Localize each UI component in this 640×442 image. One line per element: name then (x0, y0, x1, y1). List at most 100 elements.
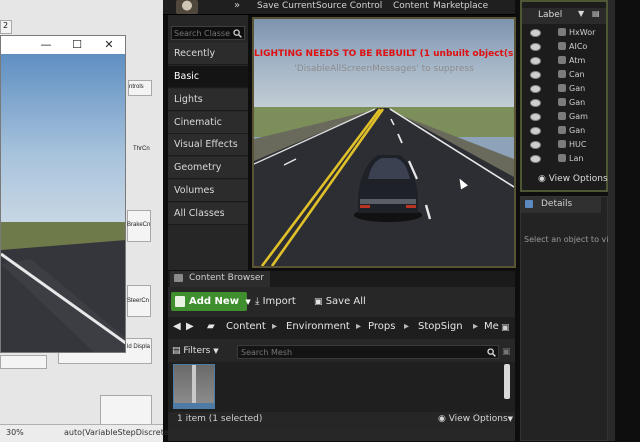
category-cinematic[interactable]: Cinematic (168, 112, 248, 134)
category-volumes[interactable]: Volumes (168, 180, 248, 202)
visibility-icon[interactable] (530, 57, 541, 65)
close-icon[interactable]: ✕ (102, 38, 116, 52)
outliner-row[interactable]: Lan (522, 153, 606, 167)
save-search-icon[interactable]: ▣ (502, 347, 511, 357)
import-button[interactable]: ⤓ Import (255, 292, 296, 311)
right-edge-scrollbar[interactable] (608, 0, 615, 441)
sort-icon[interactable]: ▼ (578, 9, 584, 18)
forward-arrow-icon[interactable]: ▶ (186, 321, 194, 332)
outliner-row[interactable]: Gan (522, 83, 606, 97)
mesh-search-input[interactable] (241, 346, 481, 358)
visibility-icon[interactable] (530, 29, 541, 37)
actor-icon (558, 42, 566, 50)
class-search-input[interactable] (174, 27, 232, 39)
host-tab[interactable]: 2 (0, 20, 12, 34)
breadcrumb-environment[interactable]: Environment (286, 321, 350, 332)
visibility-icon[interactable] (530, 71, 541, 79)
save-all-button[interactable]: ▣ Save All (314, 292, 366, 311)
add-new-button[interactable]: Add New ▼ (171, 292, 251, 311)
save-current-button[interactable]: Save Current (257, 1, 316, 11)
marketplace-button[interactable]: Marketplace (433, 1, 488, 11)
filters-button[interactable]: ▤ Filters ▼ (172, 346, 219, 356)
host-block-lower[interactable] (0, 355, 47, 369)
view-options-button[interactable]: ◉ View Options▼ (438, 414, 513, 424)
type-column-icon[interactable]: ▤ (592, 9, 600, 18)
actor-icon (558, 140, 566, 148)
outliner-view-options-button[interactable]: ◉ View Options (538, 174, 608, 184)
breadcrumb-separator-icon[interactable]: ▸ (356, 321, 361, 332)
category-geometry[interactable]: Geometry (168, 157, 248, 179)
lock-icon[interactable]: ▣ (501, 323, 510, 333)
folder-icon[interactable]: ▰ (207, 321, 215, 332)
visibility-icon[interactable] (530, 127, 541, 135)
visibility-icon[interactable] (530, 155, 541, 163)
outliner-row[interactable]: Gan (522, 97, 606, 111)
outliner-row-label: Gam (569, 112, 588, 121)
visibility-icon[interactable] (530, 99, 541, 107)
outliner-row[interactable]: HUC (522, 139, 606, 153)
search-icon[interactable] (487, 348, 496, 357)
chevron-down-icon: ▼ (507, 415, 514, 423)
content-button[interactable]: Content (393, 1, 429, 11)
details-tab-label: Details (541, 199, 573, 209)
breadcrumb-stopsign[interactable]: StopSign (418, 321, 463, 332)
breadcrumb-separator-icon[interactable]: ▸ (473, 321, 478, 332)
visibility-icon[interactable] (530, 43, 541, 51)
actor-icon (558, 154, 566, 162)
asset-scrollbar[interactable] (504, 364, 510, 399)
outliner-row[interactable]: AICo (522, 41, 606, 55)
outliner-row[interactable]: HxWor (522, 27, 606, 41)
tab-details[interactable]: Details (521, 197, 601, 213)
tab-content-browser[interactable]: Content Browser (170, 271, 270, 287)
asset-tile[interactable] (173, 364, 215, 409)
details-icon (525, 200, 533, 208)
breadcrumb-props[interactable]: Props (368, 321, 395, 332)
visibility-icon[interactable] (530, 113, 541, 121)
mesh-thumbnail-icon (174, 365, 214, 408)
visibility-icon[interactable] (530, 141, 541, 149)
category-basic[interactable]: Basic (168, 66, 248, 88)
category-visual-effects[interactable]: Visual Effects (168, 134, 248, 156)
breadcrumb-separator-icon[interactable]: ▸ (404, 321, 409, 332)
breadcrumb-mesh[interactable]: Me (484, 321, 499, 332)
outliner-row-label: Gan (569, 84, 586, 93)
outliner-row[interactable]: Gam (522, 111, 606, 125)
eye-icon: ◉ (538, 174, 549, 184)
add-new-label: Add New (189, 296, 239, 307)
host-tab-number: 2 (3, 21, 9, 30)
back-arrow-icon[interactable]: ◀ (173, 321, 181, 332)
breadcrumb-content[interactable]: Content (226, 321, 266, 332)
item-count-label: 1 item (1 selected) (177, 414, 263, 424)
mesh-search-box[interactable] (237, 345, 499, 359)
category-recently-placed[interactable]: Recently Placed (168, 43, 248, 81)
category-lights[interactable]: Lights (168, 89, 248, 111)
host-block-bottom[interactable] (100, 395, 152, 425)
minimize-icon[interactable]: — (39, 38, 53, 52)
chevron-right-icon[interactable]: » (234, 0, 240, 11)
category-all-classes[interactable]: All Classes (168, 203, 248, 225)
search-icon[interactable] (233, 29, 242, 38)
host-status-bar: 30% auto(VariableStepDiscrete) (0, 424, 172, 442)
outliner-row[interactable]: Can (522, 69, 606, 83)
maximize-icon[interactable]: ☐ (70, 38, 84, 52)
viewer-titlebar[interactable]: — ☐ ✕ (1, 36, 125, 54)
outliner-row[interactable]: Gan (522, 125, 606, 139)
outliner-header[interactable]: Label ▼ ▤ (522, 8, 606, 24)
viewer-window[interactable]: — ☐ ✕ (0, 35, 126, 353)
level-viewport[interactable]: LIGHTING NEEDS TO BE REBUILT (1 unbuilt … (252, 17, 516, 268)
avatar[interactable] (176, 0, 198, 14)
outliner-row-label: AICo (569, 42, 588, 51)
filter-icon: ▤ (172, 346, 181, 356)
view-options-label: View Options (548, 174, 608, 184)
host-solver-label: auto(VariableStepDiscrete) (64, 428, 172, 437)
outliner-row-label: Atm (569, 56, 586, 65)
eye-icon: ◉ (438, 414, 449, 424)
visibility-icon[interactable] (530, 85, 541, 93)
outliner-row-label: HUC (569, 140, 587, 149)
save-all-label: Save All (325, 296, 366, 307)
outliner-row[interactable]: Atm (522, 55, 606, 69)
source-control-button[interactable]: Source Control (316, 1, 382, 11)
class-search-box[interactable] (171, 26, 245, 40)
breadcrumb-separator-icon[interactable]: ▸ (272, 321, 277, 332)
label-column-header[interactable]: Label (538, 10, 562, 20)
